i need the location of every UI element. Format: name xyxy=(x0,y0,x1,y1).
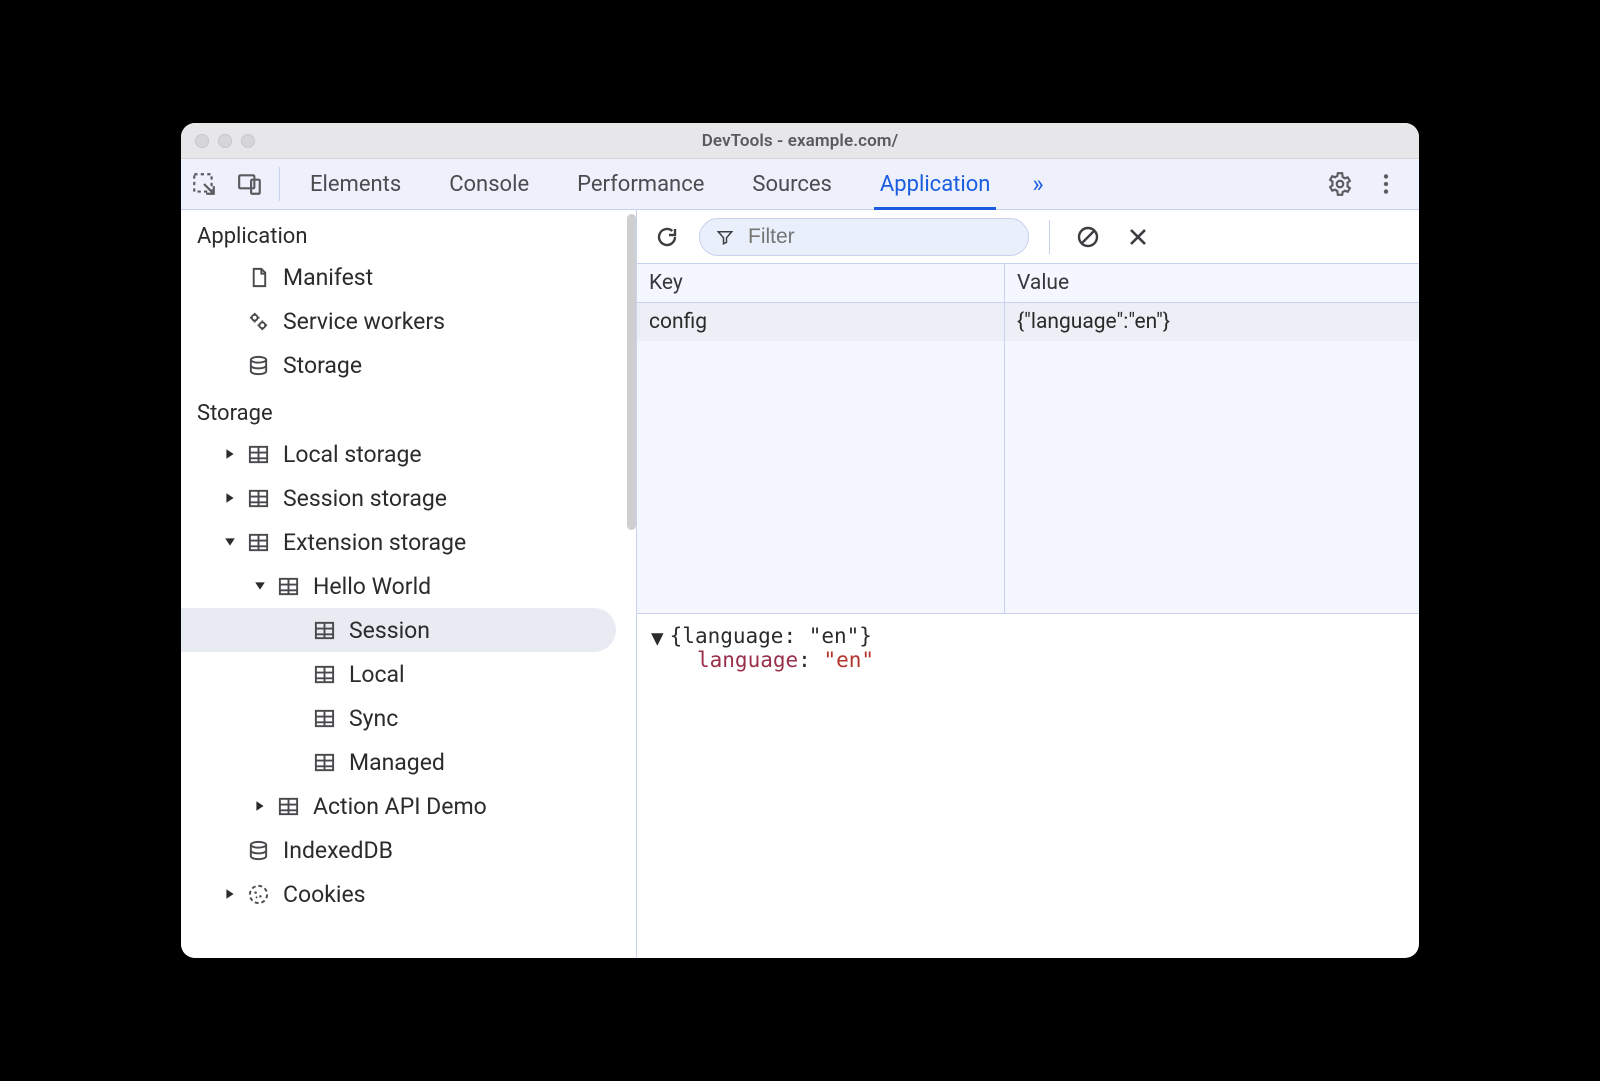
table-icon xyxy=(275,575,301,598)
preview-summary: {language: "en"} xyxy=(670,624,872,648)
value-preview: ▼{language: "en"} language: "en" xyxy=(637,614,1419,958)
application-sidebar: Application Manifest Service workers Storag… xyxy=(181,210,637,958)
sidebar-item-label: Cookies xyxy=(283,881,366,908)
inspect-icon[interactable] xyxy=(181,159,227,209)
content-area: Application Manifest Service workers Storag… xyxy=(181,210,1419,958)
caret-right-icon[interactable] xyxy=(253,800,267,812)
document-icon xyxy=(245,266,271,289)
database-icon xyxy=(245,354,271,377)
caret-down-icon[interactable] xyxy=(253,580,267,592)
gear-icon xyxy=(1327,171,1353,197)
sidebar-item-cookies[interactable]: Cookies xyxy=(181,872,636,916)
filter-icon xyxy=(716,228,734,246)
sidebar-item-local[interactable]: Local xyxy=(181,652,636,696)
preview-summary-line[interactable]: ▼{language: "en"} xyxy=(651,624,1405,648)
preview-entry[interactable]: language: "en" xyxy=(651,648,1405,672)
sidebar-item-session[interactable]: Session xyxy=(181,608,616,652)
sidebar-item-local-storage[interactable]: Local storage xyxy=(181,432,636,476)
table-icon xyxy=(275,795,301,818)
table-icon xyxy=(311,619,337,642)
table-icon xyxy=(245,487,271,510)
caret-right-icon[interactable] xyxy=(223,888,237,900)
sidebar-item-label: Service workers xyxy=(283,308,445,335)
sidebar-item-label: Sync xyxy=(349,705,398,732)
delete-selected-button[interactable] xyxy=(1120,219,1156,255)
gears-icon xyxy=(245,310,271,333)
table-body[interactable]: config{"language":"en"} xyxy=(637,303,1419,613)
table-icon xyxy=(311,663,337,686)
cell-value[interactable]: {"language":"en"} xyxy=(1004,303,1419,341)
sidebar-item-service-workers[interactable]: Service workers xyxy=(181,299,636,343)
window-title: DevTools - example.com/ xyxy=(181,131,1419,151)
caret-down-icon[interactable] xyxy=(223,536,237,548)
sidebar-item-label: Extension storage xyxy=(283,529,466,556)
tabbar-separator xyxy=(279,167,280,201)
devtools-window: DevTools - example.com/ Elements Console P… xyxy=(181,123,1419,958)
sidebar-item-label: Local storage xyxy=(283,441,422,468)
sidebar-item-label: Local xyxy=(349,661,405,688)
tab-application[interactable]: Application xyxy=(874,159,996,209)
caret-right-icon[interactable] xyxy=(223,492,237,504)
table-row[interactable]: config{"language":"en"} xyxy=(637,303,1419,341)
close-icon xyxy=(1126,225,1150,249)
sidebar-item-action-api-demo[interactable]: Action API Demo xyxy=(181,784,636,828)
settings-button[interactable] xyxy=(1317,171,1363,197)
cookie-icon xyxy=(245,883,271,906)
sidebar-item-sync[interactable]: Sync xyxy=(181,696,636,740)
sidebar-group-title: Application xyxy=(181,210,636,255)
kebab-menu-button[interactable] xyxy=(1363,171,1409,197)
sidebar-item-label: Session storage xyxy=(283,485,447,512)
table-header-row: Key Value xyxy=(637,264,1419,303)
tab-console[interactable]: Console xyxy=(443,159,535,209)
ban-icon xyxy=(1076,225,1100,249)
preview-key: language xyxy=(697,648,798,672)
clear-all-button[interactable] xyxy=(1070,219,1106,255)
tabs-overflow-button[interactable]: » xyxy=(1032,159,1043,209)
table-icon xyxy=(311,751,337,774)
sidebar-item-indexeddb[interactable]: IndexedDB xyxy=(181,828,636,872)
tab-sources[interactable]: Sources xyxy=(746,159,838,209)
dots-vertical-icon xyxy=(1373,171,1399,197)
storage-toolbar xyxy=(637,210,1419,264)
toolbar-separator xyxy=(1049,220,1050,254)
table-icon xyxy=(311,707,337,730)
filter-field[interactable] xyxy=(699,218,1029,256)
sidebar-item-label: IndexedDB xyxy=(283,837,393,864)
sidebar-item-label: Managed xyxy=(349,749,445,776)
refresh-icon xyxy=(655,225,679,249)
storage-table: Key Value config{"language":"en"} xyxy=(637,264,1419,614)
sidebar-item-label: Manifest xyxy=(283,264,373,291)
sidebar-group-title: Storage xyxy=(181,387,636,432)
preview-value: "en" xyxy=(823,648,874,672)
sidebar-item-label: Hello World xyxy=(313,573,431,600)
sidebar-scrollbar[interactable] xyxy=(627,214,636,530)
cell-key[interactable]: config xyxy=(637,303,1004,341)
col-value[interactable]: Value xyxy=(1004,264,1419,302)
filter-input[interactable] xyxy=(746,224,996,250)
sidebar-item-hello-world[interactable]: Hello World xyxy=(181,564,636,608)
sidebar-item-label: Session xyxy=(349,617,430,644)
sidebar-item-managed[interactable]: Managed xyxy=(181,740,636,784)
devtools-tabbar: Elements Console Performance Sources Applica… xyxy=(181,159,1419,210)
database-icon xyxy=(245,839,271,862)
column-resize-handle[interactable] xyxy=(1004,303,1005,613)
storage-pane: Key Value config{"language":"en"} ▼{lang… xyxy=(637,210,1419,958)
refresh-button[interactable] xyxy=(649,219,685,255)
sidebar-item-storage[interactable]: Storage xyxy=(181,343,636,387)
window-titlebar: DevTools - example.com/ xyxy=(181,123,1419,159)
table-icon xyxy=(245,443,271,466)
caret-down-icon[interactable]: ▼ xyxy=(651,626,664,650)
col-key[interactable]: Key xyxy=(637,264,1004,302)
sidebar-item-label: Storage xyxy=(283,352,362,379)
sidebar-item-extension-storage[interactable]: Extension storage xyxy=(181,520,636,564)
tab-elements[interactable]: Elements xyxy=(304,159,407,209)
sidebar-item-session-storage[interactable]: Session storage xyxy=(181,476,636,520)
sidebar-item-label: Action API Demo xyxy=(313,793,487,820)
sidebar-item-manifest[interactable]: Manifest xyxy=(181,255,636,299)
tab-performance[interactable]: Performance xyxy=(571,159,710,209)
caret-right-icon[interactable] xyxy=(223,448,237,460)
device-toolbar-icon[interactable] xyxy=(227,159,273,209)
table-icon xyxy=(245,531,271,554)
chevron-double-right-icon: » xyxy=(1032,170,1043,198)
